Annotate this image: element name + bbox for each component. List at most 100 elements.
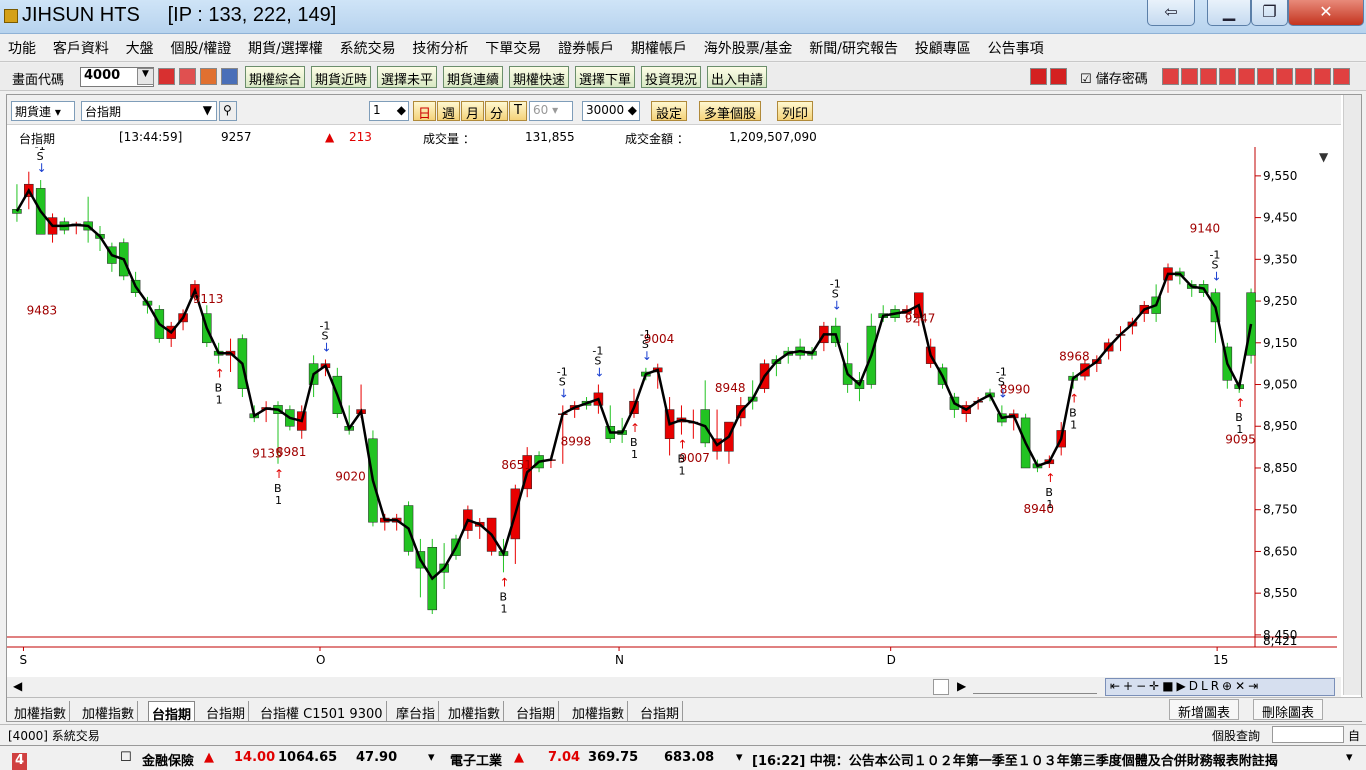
next-icon[interactable]	[1050, 68, 1067, 85]
toolbar-button-4[interactable]: 期貨連續	[443, 66, 504, 88]
prev-icon[interactable]	[1030, 68, 1047, 85]
period-week[interactable]: 週	[437, 101, 461, 122]
tab-6[interactable]: 摩台指	[393, 701, 440, 722]
tab-1[interactable]: 加權指數	[11, 701, 71, 722]
bars-stepper[interactable]: 30000 ◆	[582, 101, 640, 121]
scroll-right-icon[interactable]: ▶	[957, 679, 966, 693]
nav-box[interactable]	[933, 679, 949, 695]
toolbar: 畫面代碼 4000 ▼ 期權綜合 期貨近時 選擇未平 期貨連續 期權快速 選擇下…	[0, 63, 1366, 91]
dropdown-icon[interactable]: ▼	[137, 68, 154, 85]
sell-arrow-icon: ↓	[559, 386, 569, 400]
multi-stock-button[interactable]: 多筆個股	[699, 101, 762, 122]
price-chart[interactable]: 9,550 9,450 9,350 9,250 9,150 9,050 8,950 8,850…	[7, 147, 1341, 677]
add-chart-button[interactable]: 新增圖表	[1169, 699, 1240, 721]
print-icon[interactable]	[1314, 68, 1331, 85]
menu-futures[interactable]: 期貨/選擇權	[248, 34, 323, 58]
checkbox-icon[interactable]: ☐	[120, 750, 132, 765]
dropdown-icon[interactable]: ▾	[736, 750, 743, 765]
toolbar-button-7[interactable]: 投資現況	[641, 66, 702, 88]
settings-button[interactable]: 設定	[651, 101, 688, 122]
count-stepper[interactable]: 1 ◆	[369, 101, 409, 121]
menu-stocks[interactable]: 個股/權證	[170, 34, 231, 58]
print-button[interactable]: 列印	[777, 101, 814, 122]
menu-technical[interactable]: 技術分析	[412, 34, 468, 58]
close-button[interactable]: ✕	[1288, 0, 1364, 26]
chart-icon[interactable]	[1181, 68, 1198, 85]
toolbar-button-3[interactable]: 選擇未平	[377, 66, 438, 88]
folder-icon[interactable]	[179, 68, 196, 85]
menu-announcements[interactable]: 公告事項	[988, 34, 1044, 58]
magnifier-icon[interactable]: ⚲	[219, 101, 237, 121]
tab-9[interactable]: 加權指數	[569, 701, 629, 722]
chart-nav-buttons[interactable]: ⇤+−✛■▶DLR⊕✕⇥	[1105, 678, 1335, 696]
dropdown-icon[interactable]: ▾	[428, 750, 435, 765]
menu-system-trade[interactable]: 系統交易	[340, 34, 396, 58]
period-minute[interactable]: 分	[485, 101, 509, 122]
save-icon[interactable]	[1200, 68, 1217, 85]
tab-2[interactable]: 加權指數	[79, 701, 139, 722]
menu-securities-account[interactable]: 證券帳戶	[558, 34, 614, 58]
scroll-left-icon[interactable]: ◀	[13, 679, 22, 693]
up-arrow-icon: ▲	[325, 130, 335, 144]
ticker-bar: 1234 ☐ 金融保險 ▲ 14.00 1064.65 47.90 ▾ 電子工業…	[0, 745, 1366, 770]
arrow-down-icon[interactable]	[221, 68, 238, 85]
menu-futures-account[interactable]: 期權帳戶	[631, 34, 687, 58]
period-tick[interactable]: T	[509, 101, 527, 121]
tab-10[interactable]: 台指期	[637, 701, 684, 722]
tab-7[interactable]: 加權指數	[445, 701, 505, 722]
zoom-slider[interactable]	[973, 680, 1097, 694]
more-icon[interactable]	[1333, 68, 1350, 85]
tab-5[interactable]: 台指權 C1501 9300	[257, 701, 387, 722]
toolbar-button-2[interactable]: 期貨近時	[311, 66, 372, 88]
tab-4[interactable]: 台指期	[203, 701, 250, 722]
settings-icon[interactable]	[1257, 68, 1274, 85]
toolbar-button-1[interactable]: 期權綜合	[245, 66, 306, 88]
back-icon[interactable]: ⇦	[1147, 0, 1195, 26]
tab-8[interactable]: 台指期	[513, 701, 560, 722]
page-4-button[interactable]: 4	[12, 753, 27, 770]
save-password-checkbox[interactable]: ☑ 儲存密碼	[1080, 68, 1148, 87]
save-password-label: 儲存密碼	[1095, 72, 1148, 87]
text-icon[interactable]	[1238, 68, 1255, 85]
home-icon[interactable]	[1276, 68, 1293, 85]
buy-arrow-icon: ↑	[499, 575, 509, 589]
minute-select[interactable]: 60 ▾	[529, 101, 573, 121]
toolbar-button-6[interactable]: 選擇下單	[575, 66, 636, 88]
news-ticker[interactable]: [16:22] 中視：公告本公司１０２年第一季至１０３年第三季度個體及合併財務報…	[752, 750, 1342, 769]
toolbar-button-8[interactable]: 出入申請	[707, 66, 768, 88]
menu-order[interactable]: 下單交易	[485, 34, 541, 58]
annotation-label: 8651	[501, 458, 532, 472]
series-select[interactable]: 期貨連 ▾	[11, 101, 75, 121]
x-tick-label: N	[615, 653, 624, 667]
menu-market[interactable]: 大盤	[126, 34, 154, 58]
vertical-scrollbar[interactable]	[1343, 95, 1361, 695]
stock-query-input[interactable]	[1272, 726, 1344, 743]
period-day[interactable]: 日	[413, 101, 437, 122]
menu-function[interactable]: 功能	[8, 34, 36, 58]
delete-chart-button[interactable]: 刪除圖表	[1253, 699, 1324, 721]
menu-news[interactable]: 新聞/研究報告	[809, 34, 898, 58]
tab-3[interactable]: 台指期	[148, 701, 196, 723]
search-icon[interactable]	[158, 68, 175, 85]
buy-arrow-icon: ↑	[215, 367, 225, 381]
dropdown-icon[interactable]: ▾	[1346, 750, 1353, 765]
symbol-input[interactable]: 台指期 ▼	[81, 101, 217, 121]
menu-advisory[interactable]: 投顧專區	[915, 34, 971, 58]
toolbar-button-5[interactable]: 期權快速	[509, 66, 570, 88]
menu-overseas[interactable]: 海外股票/基金	[704, 34, 793, 58]
annotation-label: 9483	[27, 303, 58, 317]
up-arrow-icon: ▲	[514, 750, 524, 765]
draw-icon[interactable]	[1162, 68, 1179, 85]
y-tick-label: 9,350	[1263, 252, 1297, 266]
buy-signal-qty: 1	[275, 494, 282, 507]
period-month[interactable]: 月	[461, 101, 485, 122]
link-icon[interactable]	[1295, 68, 1312, 85]
tool-icon[interactable]	[1219, 68, 1236, 85]
sell-signal-qty: -1	[592, 345, 603, 358]
user-icon[interactable]	[200, 68, 217, 85]
menu-customer[interactable]: 客戶資料	[53, 34, 109, 58]
y-tick-label: 9,150	[1263, 336, 1297, 350]
minimize-button[interactable]: ▁	[1207, 0, 1251, 26]
maximize-button[interactable]: ❐	[1251, 0, 1288, 26]
trend-line	[15, 187, 1253, 581]
